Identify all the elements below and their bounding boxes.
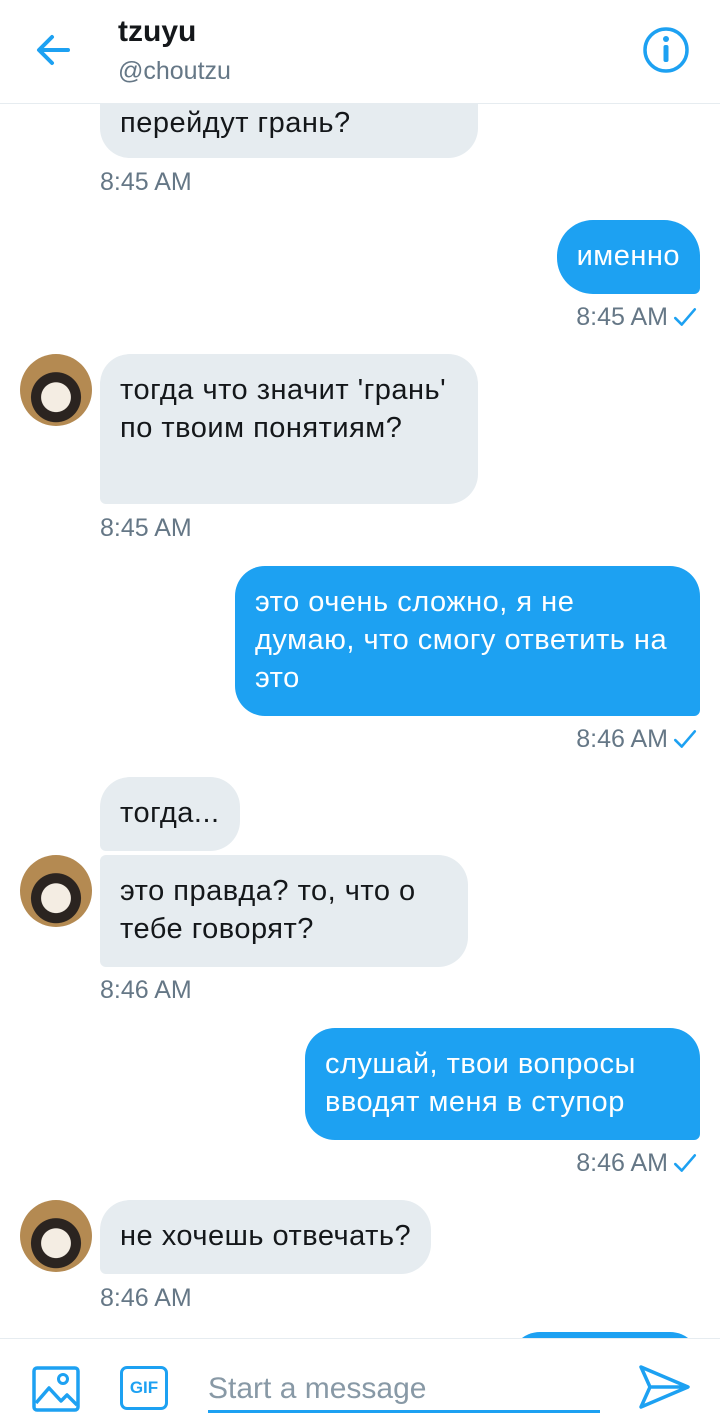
message-text: слушай, твои вопросы вводят меня в ступо… [325,1048,636,1118]
outgoing-message: именно [556,220,700,294]
message-timestamp: 8:46 AM [100,976,192,1004]
avatar[interactable] [20,354,92,426]
message-timestamp: 8:45 AM [576,303,668,331]
arrow-left-icon[interactable] [30,26,78,74]
message-text: это правда? то, что о тебе говорят? [120,875,416,945]
info-icon[interactable] [640,24,692,76]
avatar[interactable] [20,1200,92,1272]
image-icon[interactable] [30,1363,82,1415]
message-thread[interactable]: перейдут грань? 8:45 AM именно 8:45 AM т… [0,0,720,1338]
message-text: это очень сложно, я не думаю, что смогу … [255,586,668,694]
message-composer: GIF [0,1338,720,1427]
send-icon[interactable] [636,1359,692,1415]
message-timestamp: 8:46 AM [100,1284,192,1312]
gif-button[interactable]: GIF [120,1366,168,1410]
conversation-handle: @choutzu [118,57,231,85]
message-timestamp: 8:46 AM [576,725,668,753]
incoming-message: тогда что значит 'грань' по твоим поняти… [100,354,478,504]
message-text: именно [576,240,680,272]
read-check-icon [673,1154,697,1172]
read-check-icon [673,308,697,326]
message-timestamp: 8:45 AM [100,168,192,196]
message-timestamp: 8:45 AM [100,514,192,542]
read-check-icon [673,730,697,748]
incoming-message: тогда... [100,777,240,851]
message-text: не хочешь отвечать? [120,1220,412,1252]
conversation-title: tzuyu [118,15,197,48]
avatar[interactable] [20,855,92,927]
message-timestamp: 8:46 AM [576,1149,668,1177]
outgoing-message: слушай, твои вопросы вводят меня в ступо… [305,1028,700,1140]
outgoing-message: это очень сложно, я не думаю, что смогу … [235,566,700,716]
incoming-message: не хочешь отвечать? [100,1200,432,1274]
message-text: тогда что значит 'грань' по твоим поняти… [120,374,447,444]
conversation-header: tzuyu @choutzu [0,0,720,104]
message-text: перейдут грань? [120,107,351,139]
incoming-message: это правда? то, что о тебе говорят? [100,855,468,967]
message-input[interactable] [208,1367,600,1413]
message-text: тогда... [120,797,220,829]
conversation-title-block[interactable]: tzuyu @choutzu [118,14,231,88]
